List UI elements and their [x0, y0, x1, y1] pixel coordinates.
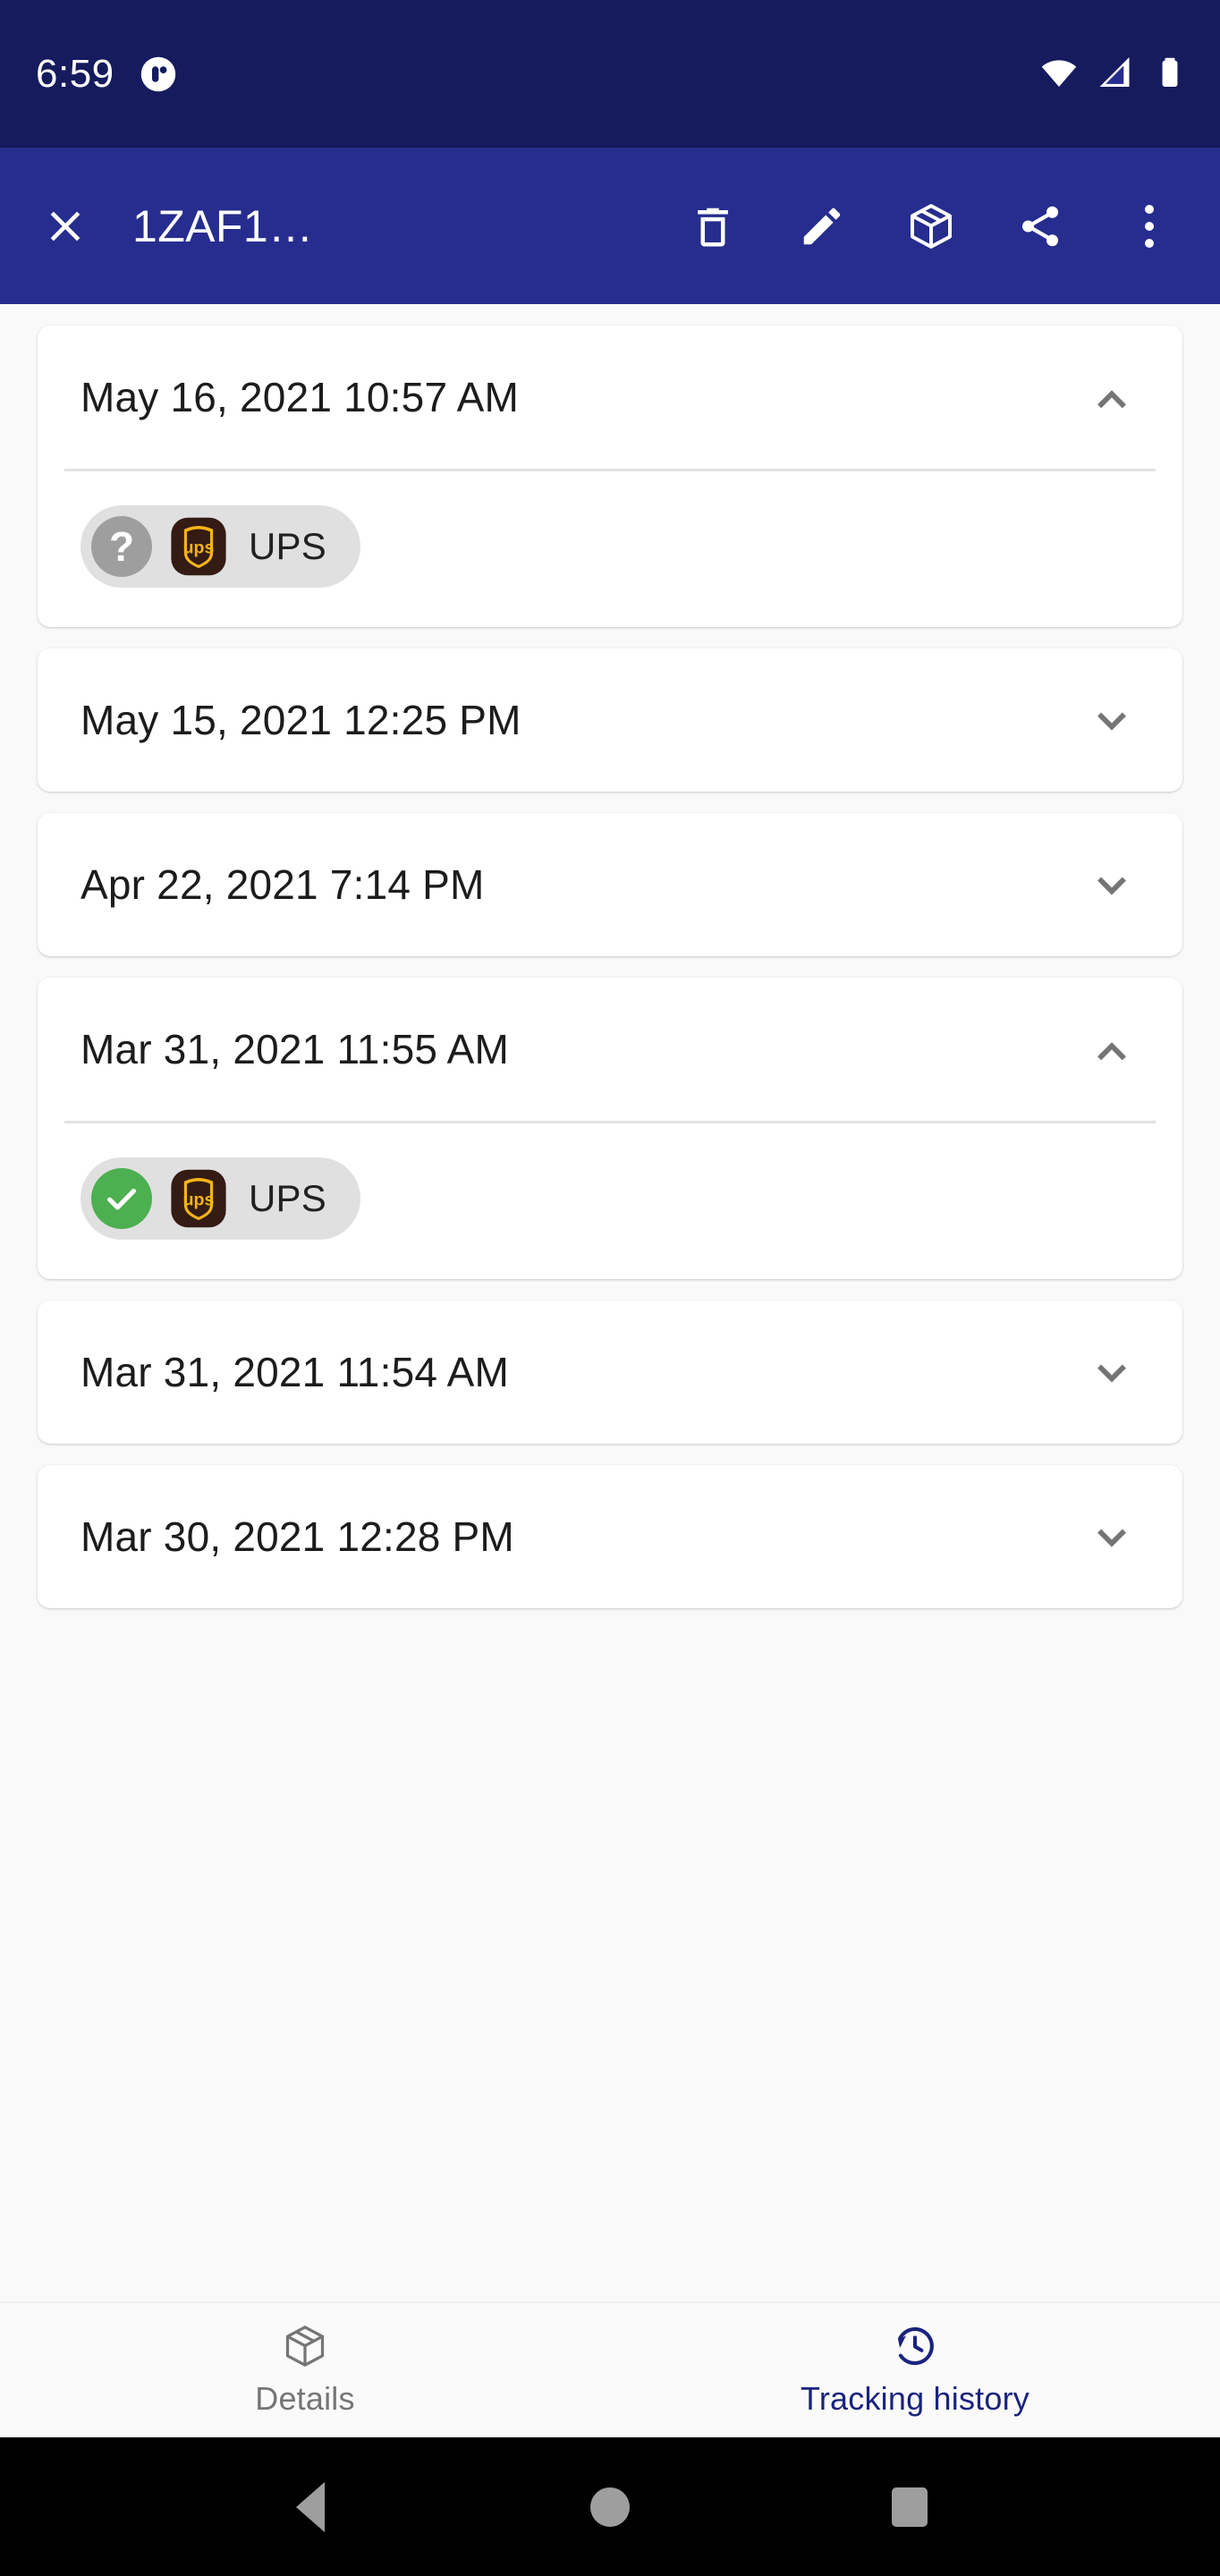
history-card[interactable]: May 16, 2021 10:57 AM ? ups UPS	[38, 326, 1182, 627]
carrier-status-chip[interactable]: ? ups UPS	[80, 505, 360, 588]
history-card-date: Mar 31, 2021 11:55 AM	[80, 1026, 509, 1072]
history-card[interactable]: Mar 31, 2021 11:55 AM ups UPS	[38, 978, 1182, 1279]
battery-full-icon	[1150, 52, 1190, 96]
wifi-icon	[1039, 52, 1079, 96]
bottom-nav-item-tracking-history[interactable]: Tracking history	[610, 2303, 1220, 2437]
recents-square-icon	[891, 2487, 928, 2527]
status-bar-clock: 6:59	[36, 51, 114, 96]
status-unknown-icon: ?	[91, 516, 152, 577]
trash-icon	[698, 208, 728, 246]
status-glyph: ?	[108, 523, 135, 570]
history-card[interactable]: May 15, 2021 12:25 PM	[38, 648, 1182, 792]
history-card-header[interactable]: Mar 31, 2021 11:54 AM	[38, 1301, 1182, 1444]
close-button[interactable]	[23, 184, 107, 268]
chevron-up-icon[interactable]	[1084, 1021, 1140, 1077]
app-notification-icon	[140, 55, 177, 93]
ups-logo-icon: ups	[168, 1168, 229, 1229]
pencil-icon	[803, 208, 841, 244]
history-card-date: May 15, 2021 12:25 PM	[80, 697, 521, 743]
chevron-down-icon[interactable]	[1084, 1509, 1140, 1564]
back-triangle-icon	[296, 2481, 326, 2532]
chevron-down-icon[interactable]	[1084, 692, 1140, 748]
home-circle-icon	[589, 2487, 630, 2527]
status-delivered-icon	[91, 1168, 152, 1229]
package-icon	[911, 203, 952, 249]
share-button[interactable]	[998, 184, 1082, 268]
chevron-down-icon[interactable]	[1084, 857, 1140, 912]
edit-button[interactable]	[780, 184, 864, 268]
status-bar-right	[1039, 52, 1190, 96]
bottom-nav-item-details[interactable]: Details	[0, 2303, 610, 2437]
package-button[interactable]	[889, 184, 973, 268]
bottom-navigation: Details Tracking history	[0, 2301, 1220, 2437]
history-card-date: May 16, 2021 10:57 AM	[80, 374, 520, 420]
android-home-button[interactable]	[556, 2453, 664, 2561]
svg-text:ups: ups	[183, 1191, 215, 1210]
history-card-date: Mar 30, 2021 12:28 PM	[80, 1513, 514, 1560]
history-card-body: ? ups UPS	[38, 471, 1182, 627]
cellular-signal-icon	[1095, 52, 1134, 96]
chevron-up-icon[interactable]	[1084, 369, 1140, 425]
history-card-body: ups UPS	[38, 1123, 1182, 1279]
phone-screen: 6:59 1ZAF1… May 16, 2021 10:57 AM ? ups …	[0, 0, 1220, 2576]
history-clock-icon	[898, 2326, 934, 2366]
history-card-header[interactable]: Mar 30, 2021 12:28 PM	[38, 1465, 1182, 1608]
chevron-down-icon[interactable]	[1084, 1344, 1140, 1400]
carrier-name: UPS	[249, 525, 326, 567]
history-card-header[interactable]: May 15, 2021 12:25 PM	[38, 648, 1182, 792]
share-icon	[1021, 206, 1059, 246]
tracking-history-list[interactable]: May 16, 2021 10:57 AM ? ups UPS May 15, …	[0, 304, 1220, 2301]
app-bar-title: 1ZAF1…	[132, 200, 314, 251]
carrier-status-chip[interactable]: ups UPS	[80, 1157, 360, 1240]
overflow-menu-button[interactable]	[1107, 184, 1191, 268]
history-card[interactable]: Mar 30, 2021 12:28 PM	[38, 1465, 1182, 1608]
package-icon	[285, 2326, 325, 2367]
android-back-button[interactable]	[257, 2453, 364, 2561]
ups-logo-icon: ups	[168, 516, 229, 577]
android-recents-button[interactable]	[856, 2453, 963, 2561]
history-card-header[interactable]: Mar 31, 2021 11:55 AM	[38, 978, 1182, 1121]
history-card[interactable]: Mar 31, 2021 11:54 AM	[38, 1301, 1182, 1444]
history-card[interactable]: Apr 22, 2021 7:14 PM	[38, 813, 1182, 956]
svg-text:ups: ups	[183, 538, 215, 558]
delete-button[interactable]	[671, 184, 755, 268]
more-vert-icon	[1145, 204, 1154, 248]
bottom-nav-label: Details	[255, 2380, 355, 2417]
close-icon	[50, 211, 80, 241]
app-bar-actions	[671, 184, 1197, 268]
history-card-header[interactable]: Apr 22, 2021 7:14 PM	[38, 813, 1182, 956]
status-bar: 6:59	[0, 0, 1220, 148]
history-card-date: Apr 22, 2021 7:14 PM	[80, 861, 485, 908]
history-card-header[interactable]: May 16, 2021 10:57 AM	[38, 326, 1182, 469]
status-bar-left: 6:59	[36, 52, 177, 97]
carrier-name: UPS	[249, 1177, 326, 1219]
bottom-nav-label: Tracking history	[801, 2380, 1029, 2417]
app-bar: 1ZAF1…	[0, 148, 1220, 304]
android-navigation-bar	[0, 2437, 1220, 2576]
history-card-date: Mar 31, 2021 11:54 AM	[80, 1349, 509, 1395]
